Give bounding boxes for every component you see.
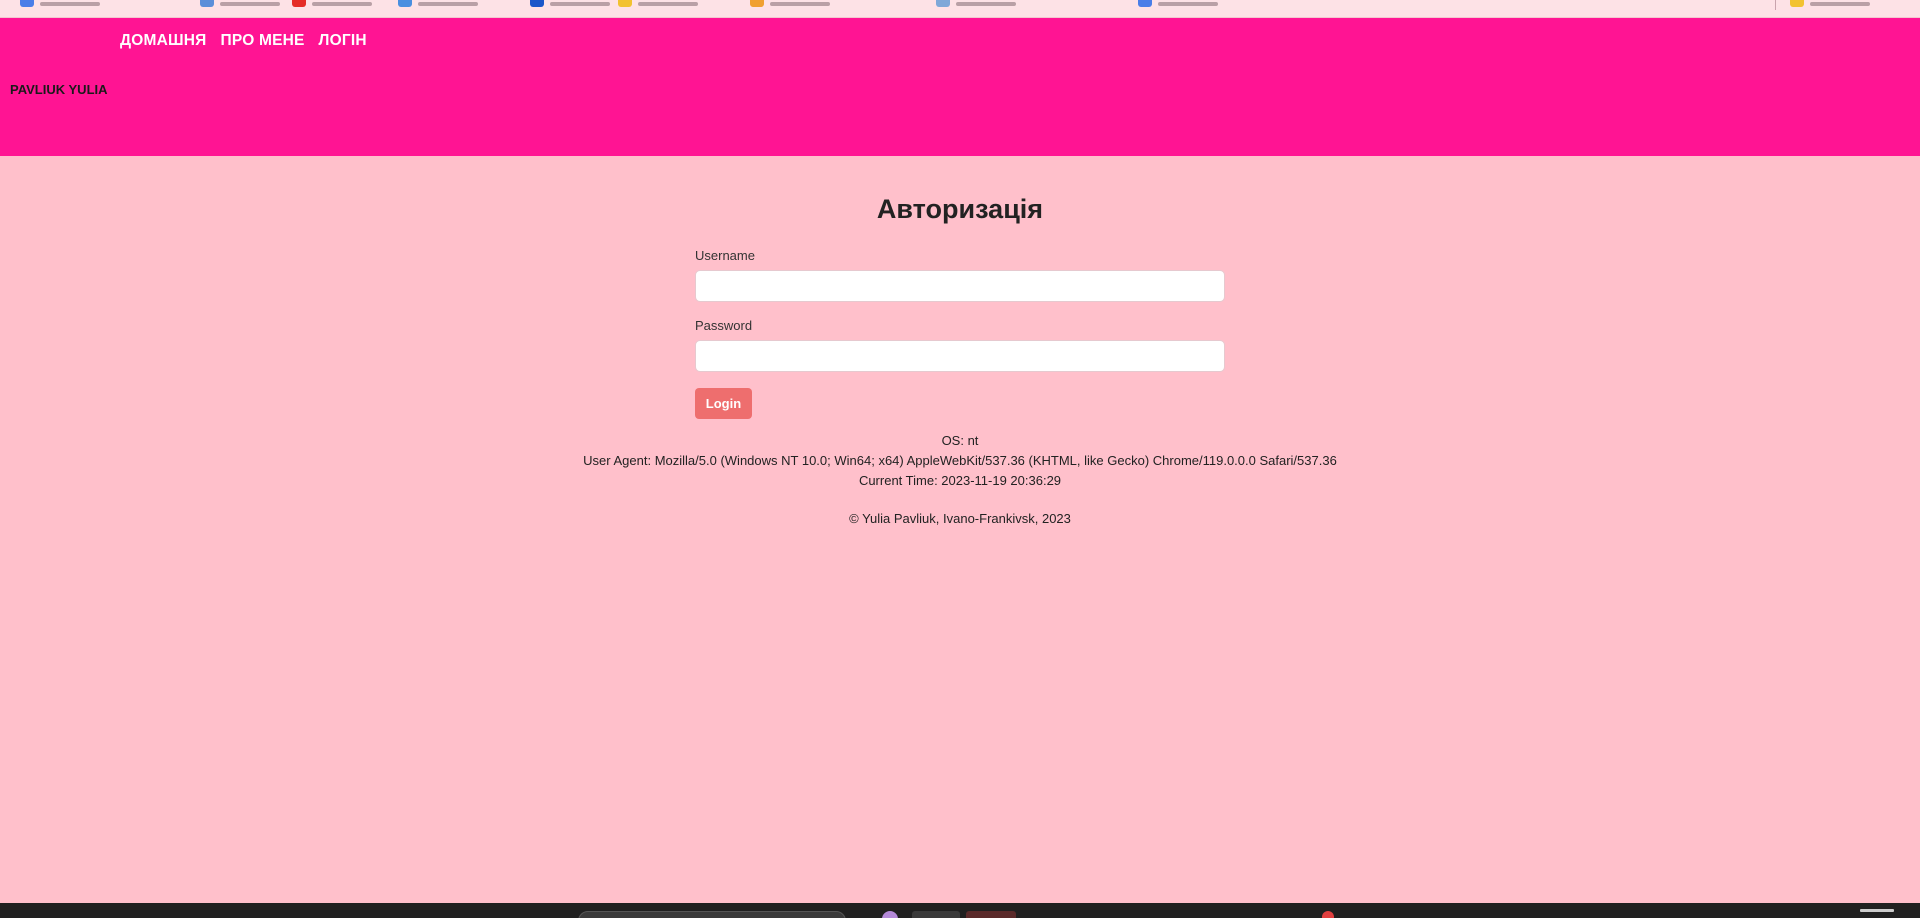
taskbar-search-box[interactable] [578, 911, 846, 918]
taskbar-clock [1860, 909, 1894, 912]
username-input[interactable] [695, 270, 1225, 302]
notification-badge-icon [1322, 911, 1334, 918]
taskbar-app-icon[interactable] [912, 911, 960, 918]
bookmark-item[interactable] [750, 0, 830, 7]
bookmark-item[interactable] [1790, 0, 1870, 7]
login-button[interactable]: Login [695, 388, 752, 419]
user-agent-info: User Agent: Mozilla/5.0 (Windows NT 10.0… [583, 453, 1337, 468]
client-info: OS: nt User Agent: Mozilla/5.0 (Windows … [0, 431, 1920, 491]
bookmark-favicon-icon [200, 0, 214, 7]
taskbar-app-icon[interactable] [966, 911, 1016, 918]
site-header: ДОМАШНЯ ПРО МЕНЕ ЛОГІН PAVLIUK YULIA [0, 18, 1920, 156]
bookmark-item[interactable] [20, 0, 100, 7]
username-label: Username [695, 248, 755, 263]
bookmark-favicon-icon [20, 0, 34, 7]
nav-link-about[interactable]: ПРО МЕНЕ [221, 32, 305, 50]
nav-link-home[interactable]: ДОМАШНЯ [120, 32, 207, 50]
current-time-info: Current Time: 2023-11-19 20:36:29 [858, 473, 1062, 488]
bookmark-favicon-icon [398, 0, 412, 7]
folder-icon [1790, 0, 1804, 7]
bookmark-favicon-icon [1138, 0, 1152, 7]
bookmark-item[interactable] [530, 0, 610, 7]
bookmark-favicon-icon [292, 0, 306, 7]
page-title: Авторизація [876, 194, 1044, 224]
bookmark-item[interactable] [200, 0, 280, 7]
bookmarks-separator [1775, 0, 1776, 10]
bookmark-favicon-icon [530, 0, 544, 7]
login-form: Username Password Login [695, 248, 1225, 419]
bookmark-favicon-icon [750, 0, 764, 7]
bookmark-item[interactable] [618, 0, 698, 7]
bookmark-item[interactable] [936, 0, 1016, 7]
bookmark-item[interactable] [1138, 0, 1218, 7]
password-input[interactable] [695, 340, 1225, 372]
bookmark-item[interactable] [398, 0, 478, 7]
bookmark-favicon-icon [936, 0, 950, 7]
bookmarks-bar [0, 0, 1920, 18]
main-nav: ДОМАШНЯ ПРО МЕНЕ ЛОГІН [120, 32, 367, 50]
os-info: OS: nt [941, 433, 979, 448]
bookmark-favicon-icon [618, 0, 632, 7]
bookmark-item[interactable] [292, 0, 372, 7]
taskbar-app-icon[interactable] [882, 911, 898, 918]
os-taskbar [0, 903, 1920, 918]
password-label: Password [695, 318, 753, 333]
page-footer: © Yulia Pavliuk, Ivano-Frankivsk, 2023 [849, 511, 1071, 526]
site-brand: PAVLIUK YULIA [10, 82, 108, 97]
nav-link-login[interactable]: ЛОГІН [319, 32, 367, 50]
